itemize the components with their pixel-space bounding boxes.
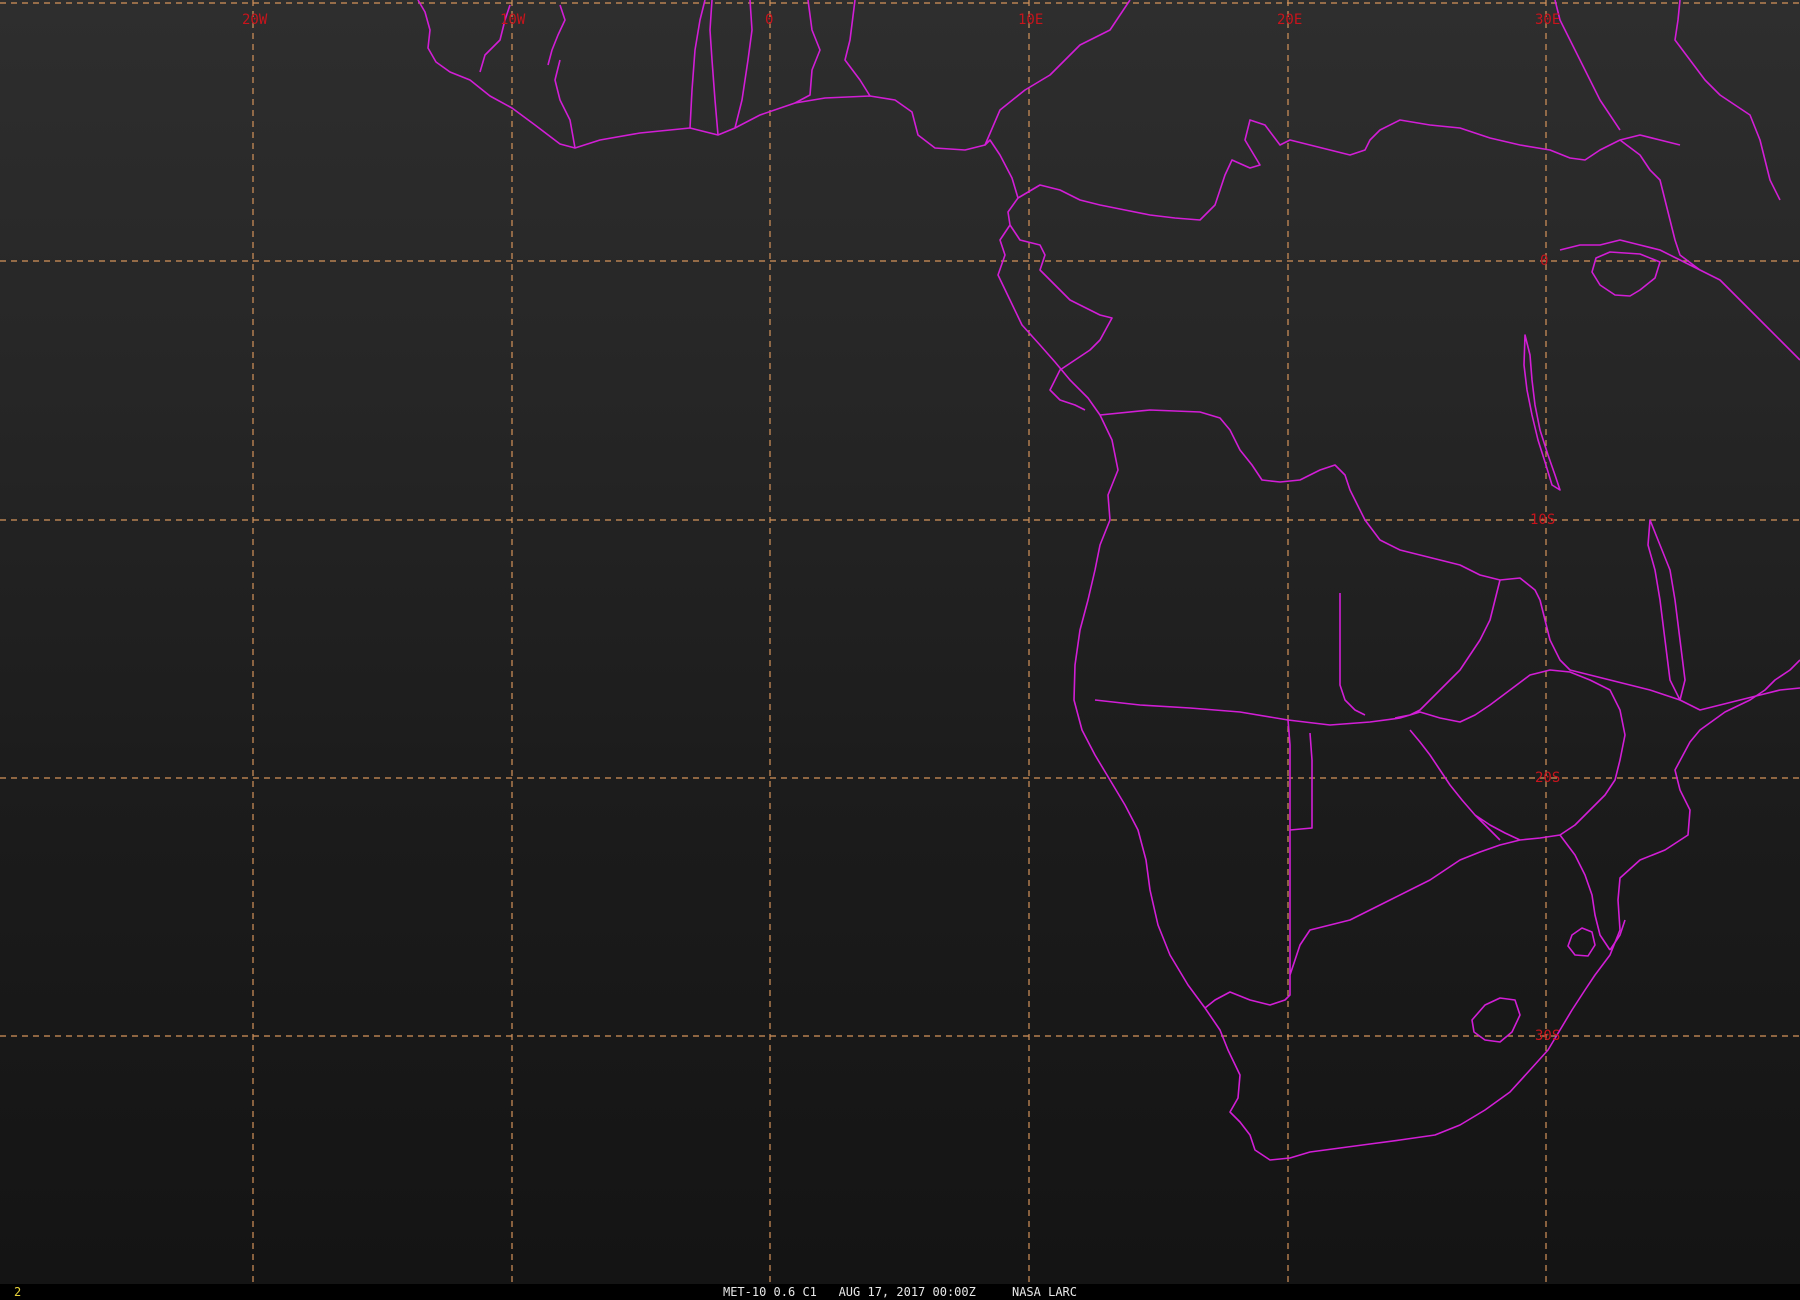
image-caption: MET-10 0.6 C1 AUG 17, 2017 00:00Z NASA L… [722, 1285, 1077, 1299]
label-lat-30s: 30S [1535, 1028, 1560, 1044]
label-lon-20e: 20E [1277, 12, 1302, 28]
label-lat-0: 0 [1540, 253, 1548, 269]
lake-malawi [1647, 519, 1686, 701]
label-lon-10w: 10W [500, 12, 526, 28]
borders-central [984, 0, 1681, 601]
eswatini [1567, 927, 1596, 957]
coastlines-and-borders [417, 0, 1800, 1161]
map-overlay: 20W 10W 0 10E 20E 30E 0 10S 20S 30S [0, 0, 1800, 1284]
label-lon-20w: 20W [242, 12, 268, 28]
lake-tanganyika [1523, 334, 1561, 491]
label-lat-10s: 10S [1530, 512, 1555, 528]
label-lon-0: 0 [765, 12, 773, 28]
label-lon-30e: 30E [1535, 12, 1560, 28]
label-lat-20s: 20S [1535, 770, 1560, 786]
borders-east [1539, 0, 1800, 711]
label-lon-10e: 10E [1018, 12, 1043, 28]
graticule-labels: 20W 10W 0 10E 20E 30E 0 10S 20S 30S [242, 12, 1560, 1044]
status-footer: 2 MET-10 0.6 C1 AUG 17, 2017 00:00Z NASA… [0, 1284, 1800, 1300]
west-africa-coast [417, 0, 1800, 1161]
satellite-map: 20W 10W 0 10E 20E 30E 0 10S 20S 30S [0, 0, 1800, 1284]
lake-victoria [1591, 251, 1661, 297]
borders-west [479, 0, 871, 149]
graticule [0, 0, 1800, 1284]
